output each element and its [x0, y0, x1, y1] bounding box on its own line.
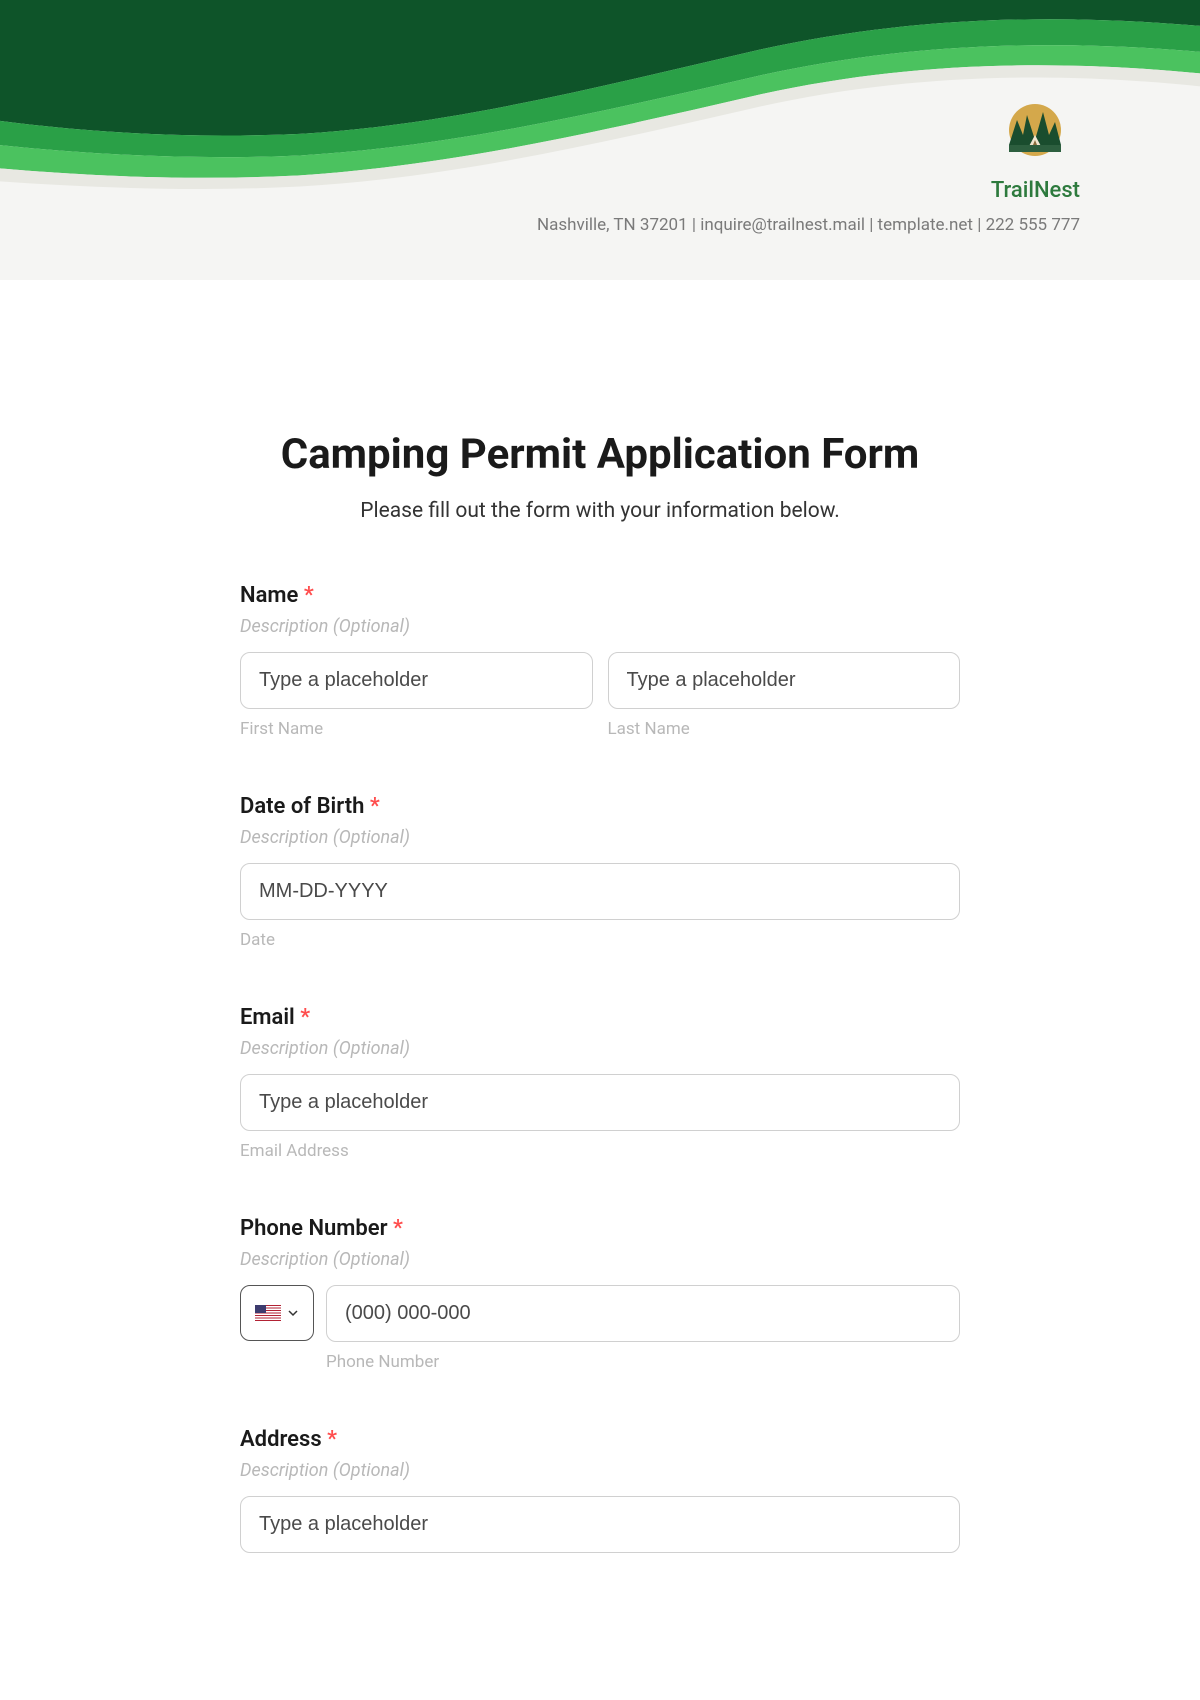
form-container: Camping Permit Application Form Please f… — [140, 280, 1060, 1648]
email-sublabel: Email Address — [240, 1141, 960, 1161]
address-field-group: Address * Description (Optional) — [240, 1427, 960, 1553]
dob-input[interactable] — [240, 863, 960, 920]
dob-description: Description (Optional) — [240, 827, 960, 848]
email-input[interactable] — [240, 1074, 960, 1131]
phone-field-group: Phone Number * Description (Optional) Ph… — [240, 1216, 960, 1372]
last-name-sublabel: Last Name — [608, 719, 961, 739]
required-marker: * — [304, 583, 314, 608]
phone-description: Description (Optional) — [240, 1249, 960, 1270]
required-marker: * — [327, 1427, 337, 1452]
country-code-selector[interactable] — [240, 1285, 314, 1341]
dob-sublabel: Date — [240, 930, 960, 950]
form-title: Camping Permit Application Form — [240, 430, 960, 479]
form-subtitle: Please fill out the form with your infor… — [240, 499, 960, 523]
required-marker: * — [300, 1005, 310, 1030]
us-flag-icon — [255, 1305, 281, 1321]
dob-label: Date of Birth * — [240, 794, 960, 819]
contact-info: Nashville, TN 37201 | inquire@trailnest.… — [537, 215, 1080, 235]
brand-logo-icon — [995, 100, 1075, 170]
address-description: Description (Optional) — [240, 1460, 960, 1481]
first-name-sublabel: First Name — [240, 719, 593, 739]
phone-label: Phone Number * — [240, 1216, 960, 1241]
email-field-group: Email * Description (Optional) Email Add… — [240, 1005, 960, 1161]
name-description: Description (Optional) — [240, 616, 960, 637]
phone-sublabel: Phone Number — [326, 1352, 960, 1372]
last-name-input[interactable] — [608, 652, 961, 709]
logo-section: TrailNest — [991, 100, 1080, 203]
email-description: Description (Optional) — [240, 1038, 960, 1059]
dob-field-group: Date of Birth * Description (Optional) D… — [240, 794, 960, 950]
chevron-down-icon — [287, 1307, 299, 1319]
brand-name: TrailNest — [991, 178, 1080, 203]
address-label: Address * — [240, 1427, 960, 1452]
name-field-group: Name * Description (Optional) First Name… — [240, 583, 960, 739]
name-label: Name * — [240, 583, 960, 608]
required-marker: * — [393, 1216, 403, 1241]
email-label: Email * — [240, 1005, 960, 1030]
header-banner: TrailNest Nashville, TN 37201 | inquire@… — [0, 0, 1200, 280]
required-marker: * — [370, 794, 380, 819]
address-input[interactable] — [240, 1496, 960, 1553]
phone-input[interactable] — [326, 1285, 960, 1342]
first-name-input[interactable] — [240, 652, 593, 709]
